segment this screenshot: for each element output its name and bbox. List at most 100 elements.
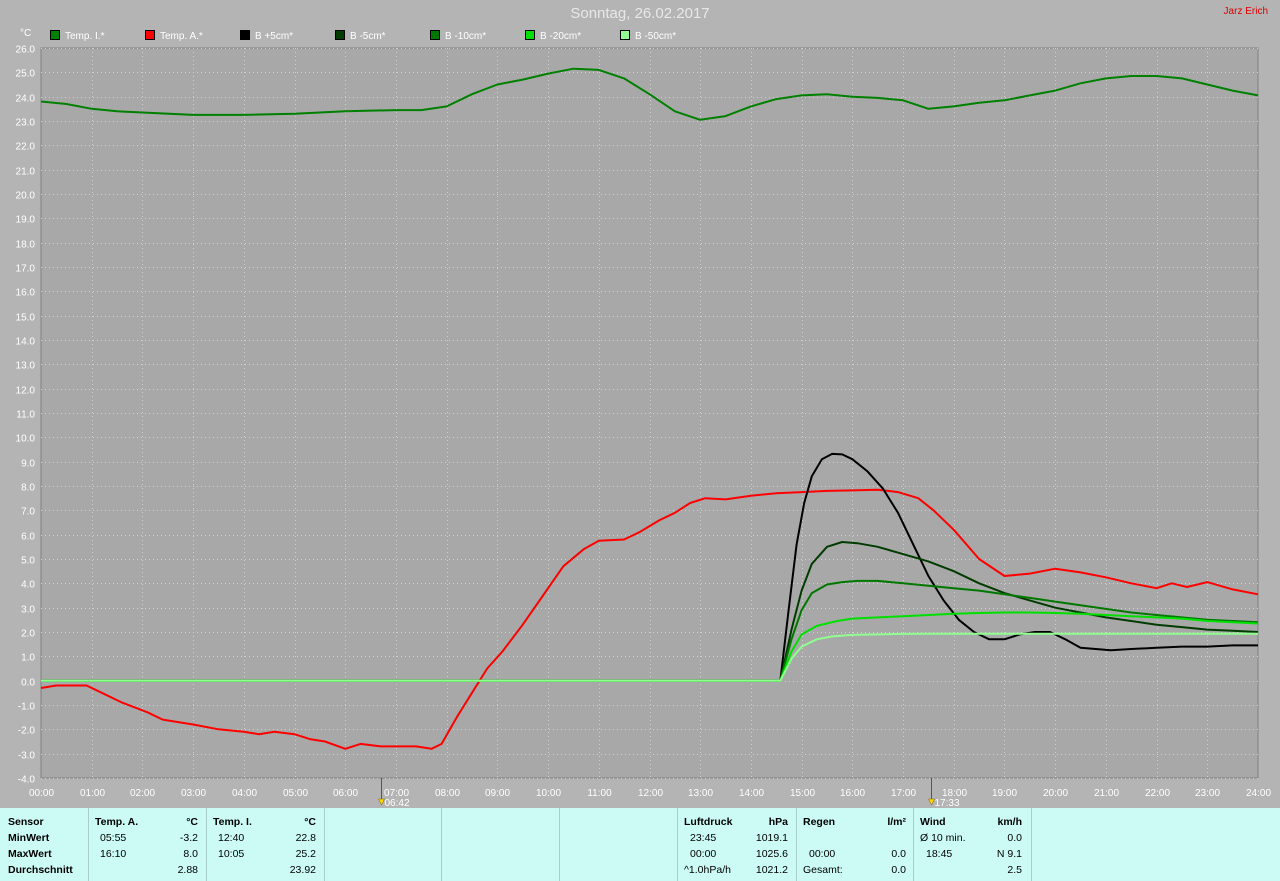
pressure-unit: hPa <box>768 816 788 828</box>
rain-total-label: Gesamt: <box>803 864 843 876</box>
column-divider <box>913 808 914 881</box>
pressure-max-time: 00:00 <box>690 848 717 860</box>
x-tick-label: 12:00 <box>638 788 663 799</box>
x-tick-label: 00:00 <box>29 788 54 799</box>
wind-max-value: N 9.1 <box>996 848 1022 860</box>
x-tick-label: 08:00 <box>435 788 460 799</box>
y-tick-label: 21.0 <box>16 167 36 178</box>
temp-a-min-value: -3.2 <box>179 832 198 844</box>
x-tick-label: 24:00 <box>1246 788 1271 799</box>
y-tick-label: 10.0 <box>16 434 36 445</box>
column-divider <box>1031 808 1032 881</box>
x-tick-label: 15:00 <box>790 788 815 799</box>
temp-a-unit: °C <box>186 816 198 828</box>
y-tick-label: 3.0 <box>21 605 35 616</box>
temp-i-max-time: 10:05 <box>218 848 245 860</box>
rain-title: Regen <box>803 816 836 828</box>
x-tick-label: 11:00 <box>587 788 612 799</box>
temp-i-min-value: 22.8 <box>295 832 316 844</box>
row-label-max: MaxWert <box>8 848 52 860</box>
y-tick-label: 25.0 <box>16 69 36 80</box>
x-tick-label: 20:00 <box>1043 788 1068 799</box>
x-tick-label: 04:00 <box>232 788 257 799</box>
temp-i-title: Temp. I. <box>213 816 252 828</box>
temp-a-min-time: 05:55 <box>100 832 127 844</box>
sunset-label: 17:33 <box>935 798 960 808</box>
x-tick-label: 17:00 <box>891 788 916 799</box>
y-tick-label: 6.0 <box>21 532 35 543</box>
x-tick-label: 01:00 <box>80 788 105 799</box>
x-tick-label: 21:00 <box>1094 788 1119 799</box>
y-tick-label: 23.0 <box>16 118 36 129</box>
rain-max-value: 0.0 <box>891 848 906 860</box>
column-divider <box>559 808 560 881</box>
wind-avg-label: Ø 10 min. <box>920 832 966 844</box>
temperature-chart: -4.0 -3.0 -2.0 -1.0 0.0 1.0 2.0 3.0 4.0 5.0 6.0 7.0… <box>16 28 1272 808</box>
wind-avg-value: 0.0 <box>1007 832 1022 844</box>
pressure-trend-label: ^1.0hPa/h <box>684 864 731 876</box>
x-tick-label: 13:00 <box>688 788 713 799</box>
x-tick-label: 05:00 <box>283 788 308 799</box>
row-label-min: MinWert <box>8 832 50 844</box>
pressure-min-value: 1019.1 <box>755 832 788 844</box>
y-tick-label: -1.0 <box>18 702 36 713</box>
x-tick-label: 02:00 <box>130 788 155 799</box>
y-tick-label: 0.0 <box>21 678 35 689</box>
temp-i-unit: °C <box>304 816 316 828</box>
x-tick-label: 22:00 <box>1145 788 1170 799</box>
row-label-avg: Durchschnitt <box>8 864 73 876</box>
pressure-min-time: 23:45 <box>690 832 717 844</box>
y-tick-label: 20.0 <box>16 191 36 202</box>
y-tick-label: 15.0 <box>16 313 36 324</box>
y-tick-label: 22.0 <box>16 142 36 153</box>
column-divider <box>441 808 442 881</box>
x-tick-label: 19:00 <box>992 788 1017 799</box>
x-tick-label: 03:00 <box>181 788 206 799</box>
column-divider <box>677 808 678 881</box>
x-tick-label: 16:00 <box>840 788 865 799</box>
y-tick-label: 13.0 <box>16 361 36 372</box>
statistics-panel: Sensor MinWert MaxWert Durchschnitt Temp… <box>0 808 1280 881</box>
y-tick-label: 18.0 <box>16 240 36 251</box>
y-tick-label: -3.0 <box>18 751 36 762</box>
y-tick-label: 2.0 <box>21 629 35 640</box>
column-divider <box>206 808 207 881</box>
x-tick-label: 23:00 <box>1195 788 1220 799</box>
column-divider <box>88 808 89 881</box>
y-tick-label: 4.0 <box>21 580 35 591</box>
pressure-trend-value: 1021.2 <box>755 864 788 876</box>
temp-a-max-time: 16:10 <box>100 848 127 860</box>
sunrise-label: 06:42 <box>385 798 410 808</box>
pressure-max-value: 1025.6 <box>755 848 788 860</box>
x-tick-label: 06:00 <box>333 788 358 799</box>
y-tick-label: 11.0 <box>16 410 35 421</box>
temp-a-max-value: 8.0 <box>183 848 198 860</box>
x-tick-label: 14:00 <box>739 788 764 799</box>
temp-i-average: 23.92 <box>289 864 316 876</box>
pressure-title: Luftdruck <box>684 816 733 828</box>
temp-a-title: Temp. A. <box>95 816 139 828</box>
y-tick-label: 19.0 <box>16 215 36 226</box>
y-tick-label: -4.0 <box>18 775 36 786</box>
y-tick-label: 9.0 <box>21 459 35 470</box>
wind-title: Wind <box>920 816 946 828</box>
y-tick-label: 14.0 <box>16 337 36 348</box>
y-tick-label: 1.0 <box>21 653 35 664</box>
y-tick-label: 17.0 <box>16 264 36 275</box>
y-tick-label: 12.0 <box>16 386 36 397</box>
y-axis-label: °C <box>20 28 31 39</box>
y-tick-label: 24.0 <box>16 94 36 105</box>
temp-i-min-time: 12:40 <box>218 832 245 844</box>
rain-max-time: 00:00 <box>809 848 836 860</box>
temp-a-average: 2.88 <box>177 864 198 876</box>
rain-total-value: 0.0 <box>891 864 906 876</box>
column-divider <box>796 808 797 881</box>
y-tick-label: -2.0 <box>18 726 36 737</box>
x-tick-label: 10:00 <box>536 788 561 799</box>
y-tick-label: 5.0 <box>21 556 35 567</box>
column-divider <box>324 808 325 881</box>
y-tick-label: 16.0 <box>16 288 36 299</box>
rain-unit: l/m² <box>887 816 906 828</box>
wind-daily-value: 2.5 <box>1007 864 1022 876</box>
temp-i-max-value: 25.2 <box>295 848 316 860</box>
